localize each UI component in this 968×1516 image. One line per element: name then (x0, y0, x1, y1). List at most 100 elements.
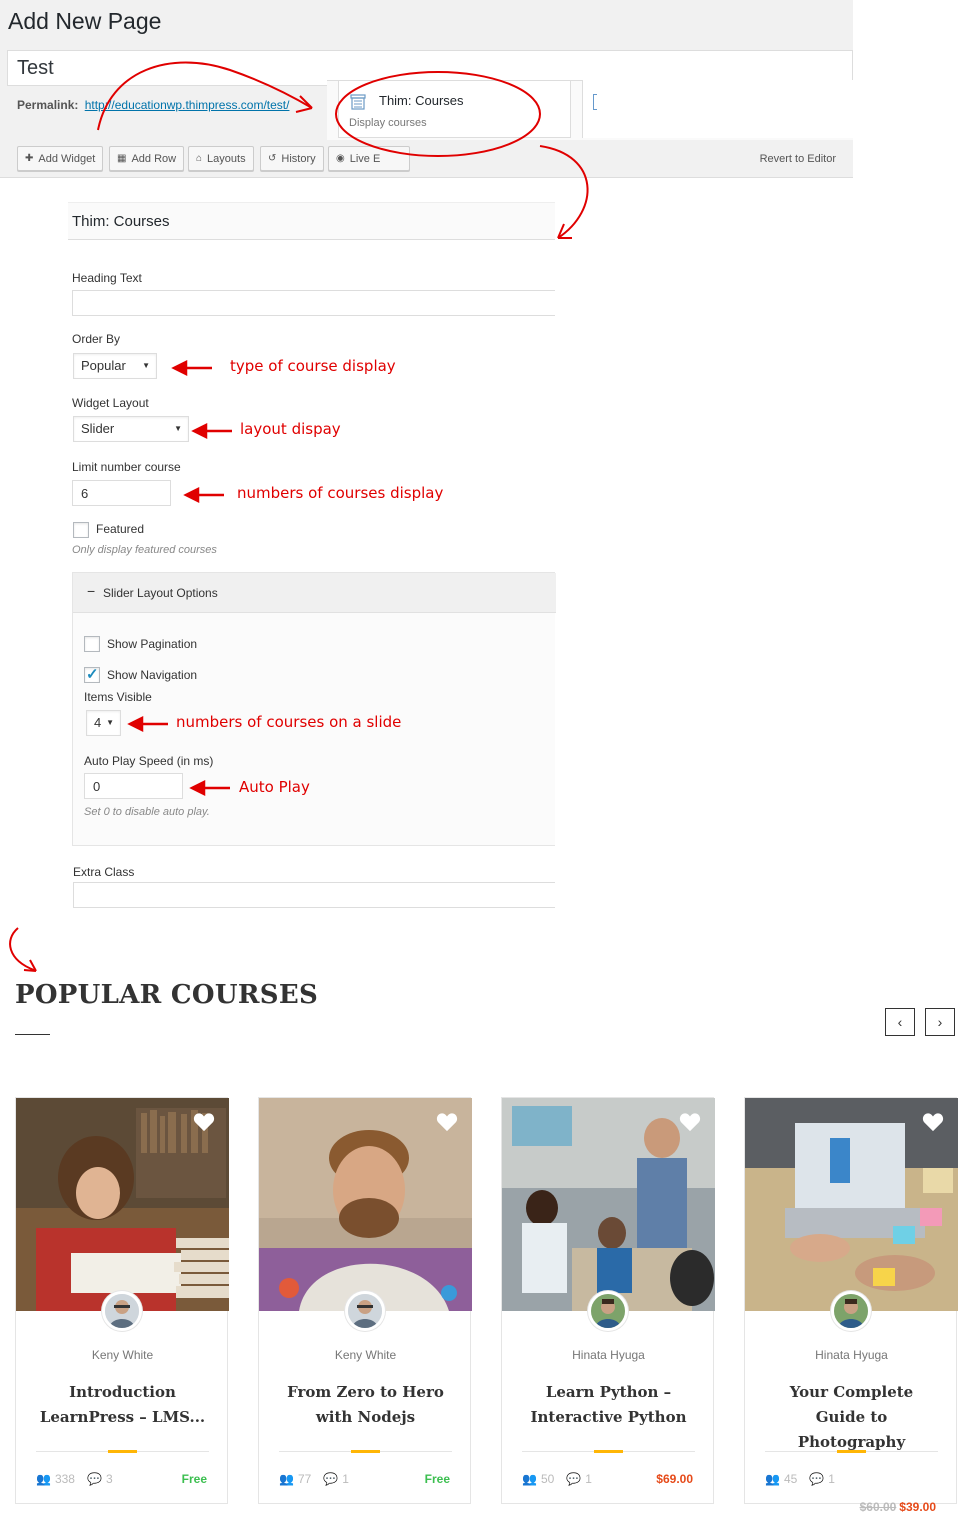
section-title-underline (15, 1034, 50, 1035)
comments-count: 3 (105, 1472, 113, 1486)
page-heading: Add New Page (8, 8, 162, 34)
add-widget-label: Add Widget (38, 152, 96, 165)
annotation-items-visible: numbers of courses on a slide (176, 713, 402, 731)
order-by-select[interactable]: Popular ▼ (73, 353, 157, 379)
course-price: $60.00 $39.00 (860, 1500, 936, 1514)
order-by-label: Order By (72, 332, 121, 346)
course-meta: 👥 50 💬 1 (522, 1472, 592, 1486)
course-author[interactable]: Hinata Hyuga (745, 1348, 958, 1362)
show-navigation-checkbox[interactable] (84, 665, 100, 683)
students-count: 338 (54, 1472, 75, 1486)
autoplay-speed-input[interactable]: 0 (84, 773, 183, 799)
collapse-minus-icon: − (87, 583, 96, 599)
slider-prev-button[interactable]: ‹ (885, 1008, 915, 1036)
show-navigation-label: Show Navigation (107, 668, 198, 682)
students-icon: 👥 (279, 1472, 294, 1486)
course-author[interactable]: Hinata Hyuga (502, 1348, 715, 1362)
course-title[interactable]: Introduction LearnPress – LMS... (36, 1380, 209, 1430)
course-old-price: $60.00 (859, 1500, 897, 1514)
heart-icon[interactable] (193, 1112, 215, 1132)
widget-settings-panel: Thim: Courses Heading Text Order By Popu… (68, 198, 556, 910)
limit-number-input[interactable]: 6 (72, 480, 171, 506)
students-icon: 👥 (36, 1472, 51, 1486)
autoplay-hint: Set 0 to disable auto play. (84, 806, 210, 818)
featured-hint: Only display featured courses (72, 544, 217, 556)
add-row-button[interactable]: ▦ Add Row (109, 146, 185, 171)
widget-settings-title: Thim: Courses (72, 213, 170, 230)
comments-count: 1 (585, 1472, 592, 1486)
live-editor-button[interactable]: ◉ Live E (328, 146, 410, 171)
course-author[interactable]: Keny White (16, 1348, 229, 1362)
course-meta: 👥 45 💬 1 (765, 1472, 835, 1486)
grid-icon: ▦ (117, 153, 127, 164)
comments-icon: 💬 (809, 1472, 825, 1486)
permalink-label: Permalink: (17, 98, 79, 112)
comments-icon: 💬 (323, 1472, 339, 1486)
annotation-arrow-section (9, 927, 37, 972)
course-card[interactable]: Keny White From Zero to Hero with Nodejs… (258, 1097, 472, 1504)
slider-layout-options: − Slider Layout Options Show Pagination … (72, 572, 556, 846)
dropdown-caret-icon: ▼ (106, 718, 114, 727)
section-title: POPULAR COURSES (15, 980, 319, 1010)
course-author[interactable]: Keny White (259, 1348, 472, 1362)
annotation-order-by: type of course display (230, 357, 396, 375)
layouts-icon: ⌂ (196, 153, 203, 164)
avatar (102, 1291, 142, 1331)
slider-layout-options-toggle[interactable]: − Slider Layout Options (73, 573, 556, 613)
live-editor-label: Live E (349, 152, 381, 165)
order-by-value: Popular (81, 358, 126, 373)
revert-to-editor-link[interactable]: Revert to Editor (760, 153, 836, 165)
comments-count: 1 (828, 1472, 835, 1486)
course-title[interactable]: Learn Python – Interactive Python (522, 1380, 695, 1430)
history-button[interactable]: ↺ History (260, 146, 324, 171)
slider-next-button[interactable]: › (925, 1008, 955, 1036)
widget-title: Thim: Courses (379, 93, 464, 108)
heading-text-input[interactable] (72, 290, 555, 316)
featured-checkbox[interactable] (73, 522, 89, 538)
layouts-label: Layouts (207, 152, 246, 165)
students-icon: 👥 (765, 1472, 780, 1486)
students-count: 45 (783, 1472, 798, 1486)
course-card[interactable]: Hinata Hyuga Your Complete Guide to Phot… (744, 1097, 958, 1514)
permalink-link[interactable]: http://educationwp.thimpress.com/test/ (85, 98, 290, 112)
extra-class-label: Extra Class (73, 865, 135, 879)
heart-icon[interactable] (679, 1112, 701, 1132)
heart-icon[interactable] (436, 1112, 458, 1132)
accent-bar (108, 1450, 137, 1453)
students-icon: 👥 (522, 1472, 537, 1486)
course-card[interactable]: Hinata Hyuga Learn Python – Interactive … (501, 1097, 715, 1504)
annotation-autoplay: Auto Play (239, 778, 310, 796)
items-visible-select[interactable]: 4 ▼ (86, 710, 121, 736)
course-thumbnail[interactable] (745, 1098, 958, 1311)
course-thumbnail[interactable] (16, 1098, 229, 1311)
widget-settings-header: Thim: Courses (68, 202, 555, 240)
widget-layout-select[interactable]: Slider ▼ (73, 416, 189, 442)
course-price: Free (181, 1472, 207, 1486)
widget-description: Display courses (349, 117, 427, 129)
comments-icon: 💬 (86, 1472, 102, 1486)
widget-card-thim-courses[interactable]: Thim: Courses Display courses (338, 80, 571, 138)
comments-count: 1 (342, 1472, 349, 1486)
heart-icon[interactable] (922, 1112, 944, 1132)
course-title[interactable]: Your Complete Guide to Photography (765, 1380, 938, 1455)
featured-label: Featured (96, 522, 145, 536)
heading-text-label: Heading Text (72, 271, 142, 285)
annotation-layout: layout dispay (240, 420, 341, 438)
add-widget-button[interactable]: ✚ Add Widget (17, 146, 104, 171)
accent-bar (351, 1450, 380, 1453)
widget-card-next[interactable] (582, 80, 853, 138)
course-card[interactable]: Keny White Introduction LearnPress – LMS… (15, 1097, 229, 1504)
layouts-button[interactable]: ⌂ Layouts (188, 146, 254, 171)
course-thumbnail[interactable] (259, 1098, 472, 1311)
page-editor-header: Add New Page Test Permalink: http://educ… (0, 0, 853, 178)
items-visible-value: 4 (94, 715, 102, 730)
history-label: History (281, 152, 316, 165)
annotation-limit: numbers of courses display (237, 484, 444, 502)
course-thumbnail[interactable] (502, 1098, 715, 1311)
add-row-label: Add Row (131, 152, 177, 165)
extra-class-input[interactable] (73, 882, 555, 908)
show-pagination-checkbox[interactable] (84, 636, 100, 652)
course-title[interactable]: From Zero to Hero with Nodejs (279, 1380, 452, 1430)
courses-widget-icon (350, 94, 366, 110)
accent-bar (837, 1450, 866, 1453)
